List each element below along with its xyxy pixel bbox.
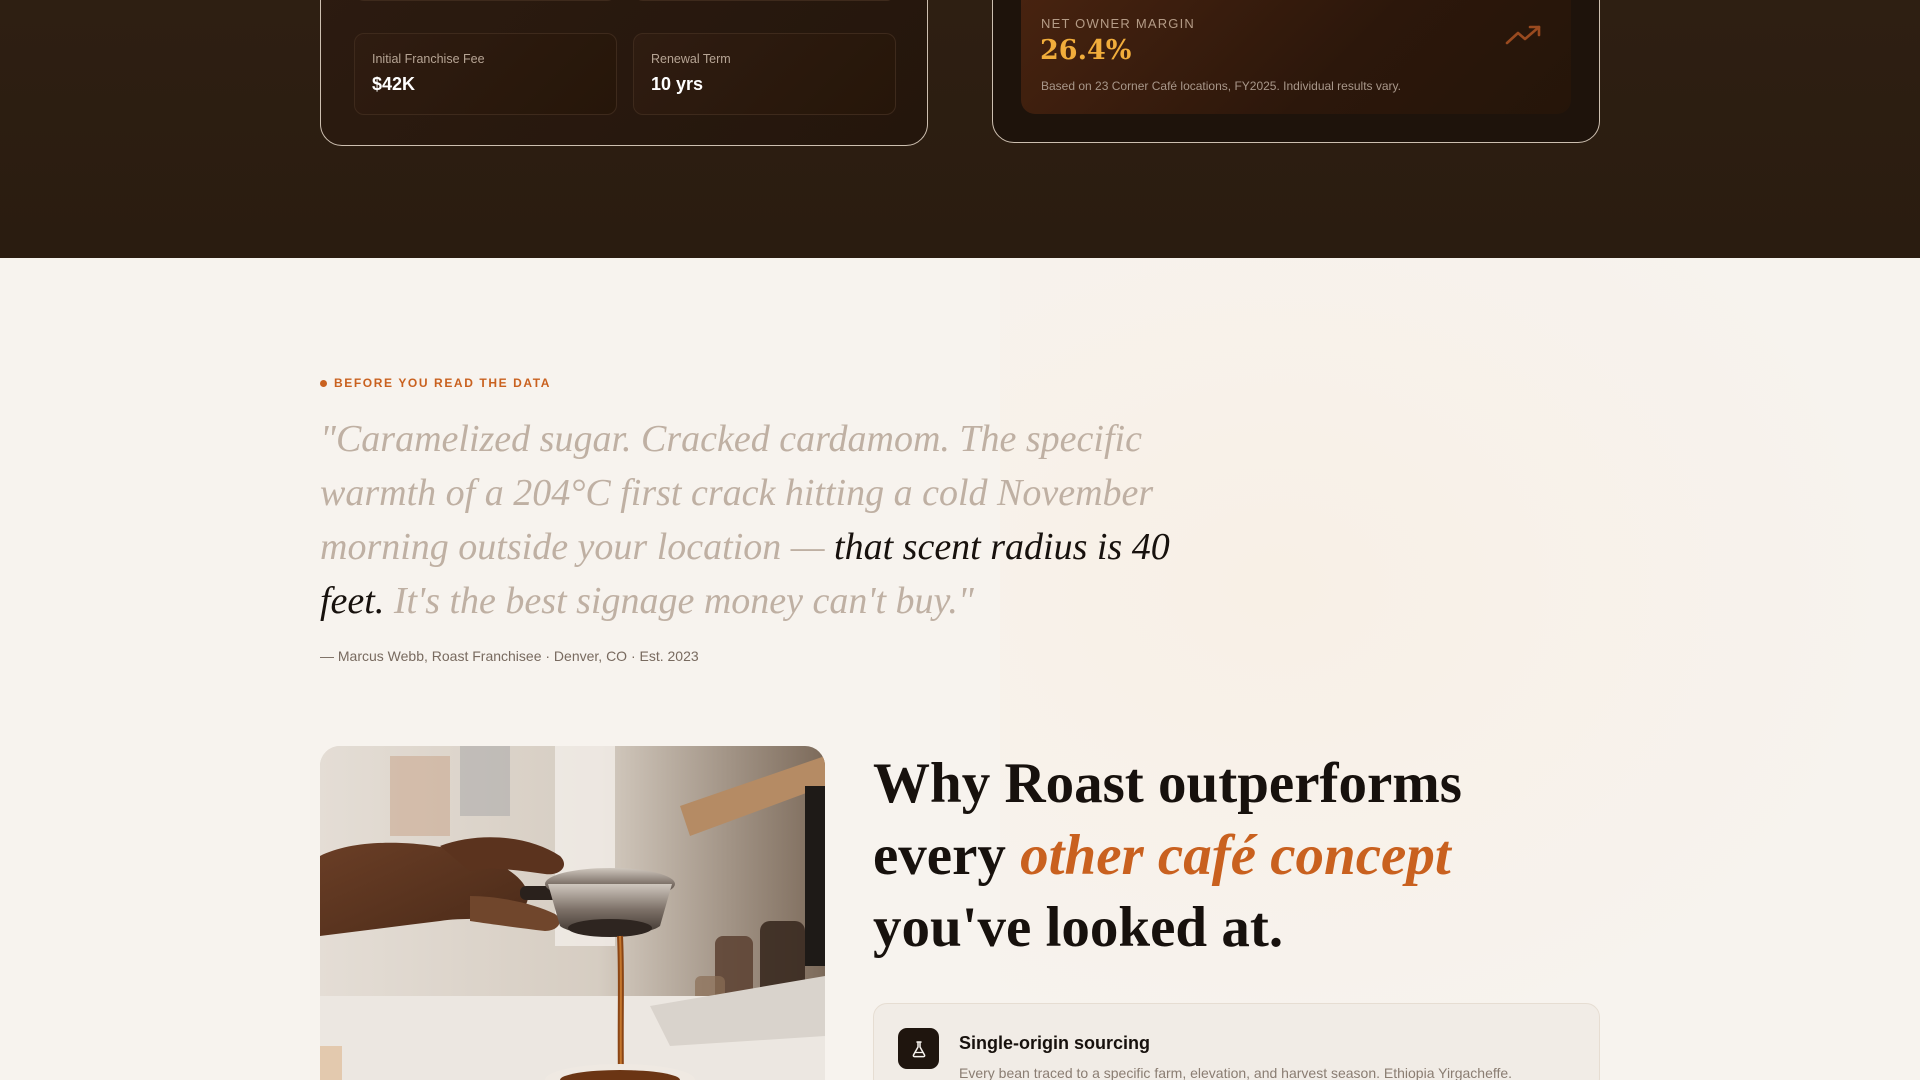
net-owner-margin-value: 26.4% xyxy=(1040,35,1132,66)
margin-card: NET OWNER MARGIN 26.4% Based on 23 Corne… xyxy=(992,0,1600,143)
franchise-fee-tile: Initial Franchise Fee $42K xyxy=(354,33,617,115)
net-owner-margin-label: NET OWNER MARGIN xyxy=(1041,16,1196,31)
stat-tile-ghost xyxy=(354,0,617,1)
renewal-term-label: Renewal Term xyxy=(651,52,731,66)
why-roast-heading: Why Roast outperforms every other café c… xyxy=(873,748,1573,964)
franchise-terms-card: Initial Franchise Fee $42K Renewal Term … xyxy=(320,0,928,146)
quote-attribution: — Marcus Webb, Roast Franchisee · Denver… xyxy=(320,648,699,664)
trending-up-icon xyxy=(1505,25,1541,45)
heading-tail: you've looked at. xyxy=(873,896,1284,959)
testimonial-quote: "Caramelized sugar. Cracked cardamom. Th… xyxy=(320,412,1220,628)
stat-tile-ghost xyxy=(633,0,896,1)
quote-tail: It's the best signage money can't buy." xyxy=(384,580,974,622)
espresso-illustration xyxy=(320,746,825,1080)
feature-title: Single-origin sourcing xyxy=(959,1033,1151,1053)
franchise-fee-value: $42K xyxy=(372,74,416,94)
feature-card-sourcing: Single-origin sourcing Every bean traced… xyxy=(873,1003,1600,1080)
flask-icon xyxy=(898,1028,939,1069)
renewal-term-tile: Renewal Term 10 yrs xyxy=(633,33,896,115)
net-owner-margin-box: NET OWNER MARGIN 26.4% Based on 23 Corne… xyxy=(1021,0,1571,114)
feature-description: Every bean traced to a specific farm, el… xyxy=(959,1065,1513,1080)
eyebrow-dot xyxy=(320,379,327,387)
renewal-term-value: 10 yrs xyxy=(651,74,704,94)
section-eyebrow: BEFORE YOU READ THE DATA xyxy=(320,376,551,390)
heading-accent: other café concept xyxy=(1020,824,1451,887)
espresso-pour-photo xyxy=(320,746,825,1080)
franchise-fee-label: Initial Franchise Fee xyxy=(372,52,485,66)
eyebrow-text: BEFORE YOU READ THE DATA xyxy=(334,376,552,390)
net-owner-margin-note: Based on 23 Corner Café locations, FY202… xyxy=(1041,79,1401,93)
dark-stats-band: Initial Franchise Fee $42K Renewal Term … xyxy=(0,0,1920,258)
